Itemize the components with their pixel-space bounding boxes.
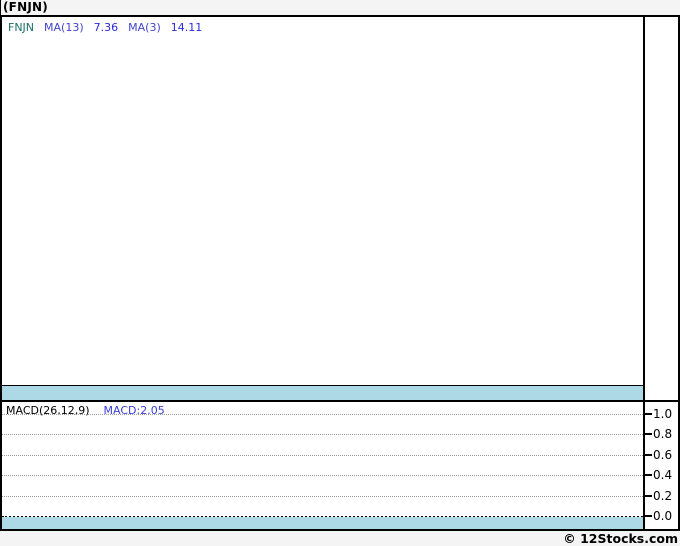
y-axis-line <box>643 17 645 529</box>
stock-chart-widget: (FNJN) FNJN MA(13) 7.36 MA(3) 14.11 MACD(26,… <box>0 0 680 546</box>
legend-ticker: FNJN <box>8 21 35 34</box>
y-tick-label: 0.8 <box>653 427 673 441</box>
gridline-1.0 <box>2 414 643 415</box>
macd-indicator-label: MACD(26,12,9) <box>6 404 90 417</box>
gridline-0.4 <box>2 475 643 476</box>
gridline-0.8 <box>2 434 643 435</box>
y-tick-label: 1.0 <box>653 407 673 421</box>
tick-mark <box>643 474 652 476</box>
legend-ma3-value: 14.11 <box>170 21 203 34</box>
panel-band-top <box>2 385 643 400</box>
macd-indicator-value: MACD:2.05 <box>103 404 165 417</box>
y-tick-label: 0.4 <box>653 468 673 482</box>
page-title: (FNJN) <box>3 0 48 14</box>
chart-frame: FNJN MA(13) 7.36 MA(3) 14.11 MACD(26,12,9) MA… <box>0 15 680 531</box>
tick-mark <box>643 495 652 497</box>
legend-ma3-label: MA(3) <box>128 21 161 34</box>
y-tick-label: 0.2 <box>653 489 673 503</box>
left-border-segment <box>0 0 1 15</box>
watermark-credit: © 12Stocks.com <box>563 531 678 546</box>
panel-band-bottom <box>2 517 643 529</box>
macd-legend: MACD(26,12,9) MACD:2.05 <box>6 404 165 417</box>
y-tick-label: 0.0 <box>653 509 673 523</box>
tick-mark <box>643 433 652 435</box>
gridline-0.6 <box>2 455 643 456</box>
legend-ma13-label: MA(13) <box>44 21 84 34</box>
legend-ma13-value: 7.36 <box>93 21 119 34</box>
tick-mark <box>643 515 652 517</box>
panel-separator-line <box>2 400 678 402</box>
price-legend: FNJN MA(13) 7.36 MA(3) 14.11 <box>8 21 202 34</box>
tick-mark <box>643 454 652 456</box>
y-tick-label: 0.6 <box>653 448 673 462</box>
tick-mark <box>643 413 652 415</box>
gridline-0.2 <box>2 496 643 497</box>
